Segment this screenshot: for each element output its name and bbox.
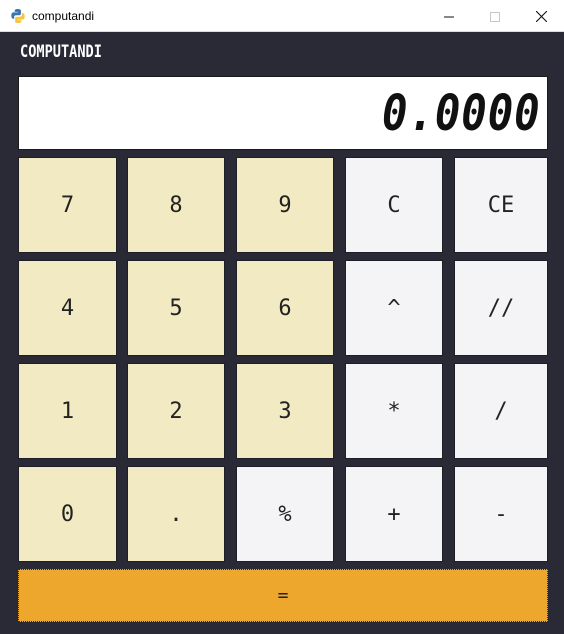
percent-button[interactable]: %	[236, 466, 334, 562]
key-5[interactable]: 5	[127, 260, 225, 356]
clear-button[interactable]: C	[345, 157, 443, 253]
minimize-icon	[444, 7, 454, 26]
floor-divide-button[interactable]: //	[454, 260, 548, 356]
maximize-button[interactable]	[472, 0, 518, 32]
power-button[interactable]: ^	[345, 260, 443, 356]
key-4[interactable]: 4	[18, 260, 117, 356]
calculator-window: computandi COMPUTANDI 0.0000 7 8 9 C CE …	[0, 0, 564, 634]
divide-button[interactable]: /	[454, 363, 548, 459]
key-3[interactable]: 3	[236, 363, 334, 459]
python-icon	[10, 8, 26, 24]
key-6[interactable]: 6	[236, 260, 334, 356]
close-button[interactable]	[518, 0, 564, 32]
close-icon	[535, 7, 547, 26]
key-8[interactable]: 8	[127, 157, 225, 253]
plus-button[interactable]: +	[345, 466, 443, 562]
minus-button[interactable]: -	[454, 466, 548, 562]
equals-button[interactable]: =	[18, 569, 548, 622]
calculator-display: 0.0000	[18, 76, 548, 150]
multiply-button[interactable]: *	[345, 363, 443, 459]
maximize-icon	[490, 7, 500, 26]
minimize-button[interactable]	[426, 0, 472, 32]
key-9[interactable]: 9	[236, 157, 334, 253]
clear-entry-button[interactable]: CE	[454, 157, 548, 253]
window-title: computandi	[32, 9, 95, 23]
key-7[interactable]: 7	[18, 157, 117, 253]
display-value: 0.0000	[382, 84, 541, 142]
decimal-button[interactable]: .	[127, 466, 225, 562]
key-1[interactable]: 1	[18, 363, 117, 459]
key-0[interactable]: 0	[18, 466, 117, 562]
key-2[interactable]: 2	[127, 363, 225, 459]
app-brand: COMPUTANDI	[20, 42, 102, 62]
title-bar: computandi	[0, 0, 564, 32]
